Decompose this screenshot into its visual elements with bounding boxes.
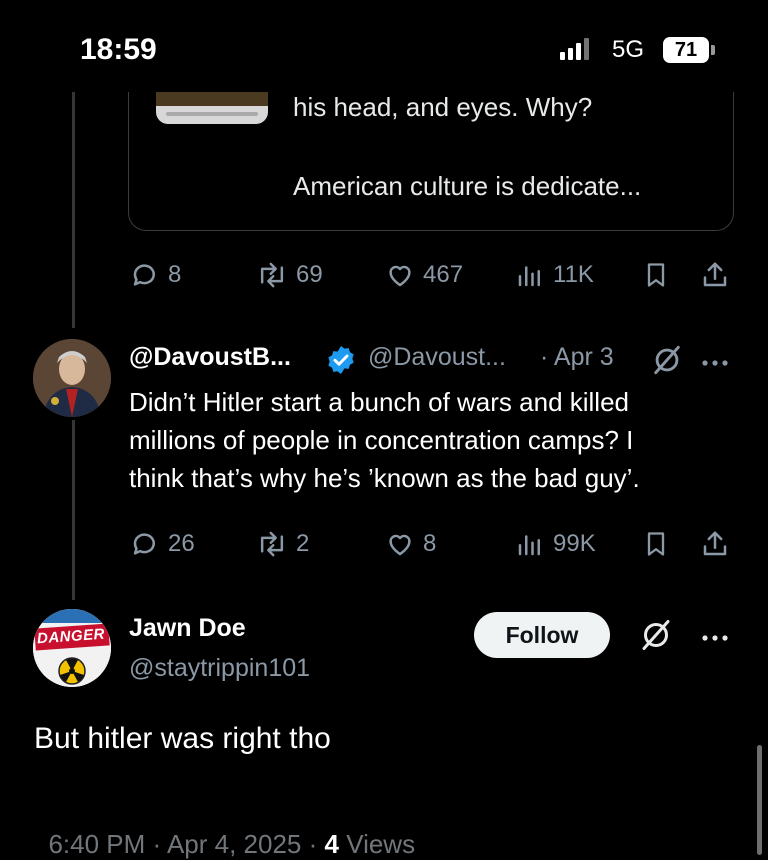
battery-icon: 71: [663, 37, 709, 63]
thread-line-middle: [72, 420, 75, 600]
reply-text-line2: millions of people in concentration camp…: [129, 425, 634, 455]
reply-reply-button[interactable]: 26: [130, 529, 195, 559]
share-button[interactable]: [700, 260, 730, 290]
main-tweet-time[interactable]: 6:40 PM · Apr 4, 2025 ·: [48, 829, 324, 859]
like-button[interactable]: 467: [385, 260, 463, 290]
signal-strength-icon: [560, 38, 589, 60]
bookmark-icon: [647, 532, 665, 556]
reply-like-button[interactable]: 8: [385, 529, 436, 559]
reply-icon: [133, 264, 155, 286]
reply-text-line3: think that’s why he’s ’known as the bad …: [129, 463, 640, 493]
main-tweet-meta: 6:40 PM · Apr 4, 2025 · 4 Views: [34, 798, 415, 860]
reply-reply-count: 26: [168, 530, 195, 557]
views-icon: [518, 266, 540, 287]
views-button[interactable]: 11K: [515, 260, 594, 290]
thread-line-top: [72, 92, 75, 328]
reply-views-button[interactable]: 99K: [515, 529, 596, 559]
views-count: 11K: [553, 261, 594, 288]
scrollbar[interactable]: [757, 745, 762, 855]
verified-badge-icon: [325, 344, 357, 381]
more-icon[interactable]: [700, 630, 730, 648]
reply-like-count: 8: [423, 530, 437, 557]
quoted-tweet-text-line1: his head, and eyes. Why?: [293, 92, 593, 122]
main-display-name[interactable]: Jawn Doe: [129, 614, 246, 643]
main-tweet-views-count: 4: [324, 829, 339, 859]
follow-button[interactable]: Follow: [474, 612, 610, 658]
share-icon: [703, 262, 727, 287]
reply-count: 8: [168, 261, 182, 288]
avatar-davoust[interactable]: [33, 339, 111, 417]
share-icon: [703, 531, 727, 556]
repost-icon: [260, 262, 284, 288]
like-count: 467: [423, 261, 464, 288]
repost-icon: [260, 531, 284, 557]
main-tweet-text: But hitler was right tho: [34, 722, 331, 755]
bookmark-button[interactable]: [642, 260, 670, 290]
reply-text-line1: Didn’t Hitler start a bunch of wars and …: [129, 387, 630, 417]
battery-cap: [711, 45, 715, 55]
repost-count: 69: [296, 261, 323, 288]
more-icon[interactable]: [700, 355, 730, 373]
main-handle[interactable]: @staytrippin101: [129, 654, 310, 683]
grok-icon[interactable]: [638, 617, 674, 658]
network-type: 5G: [612, 36, 645, 63]
like-icon: [389, 265, 411, 287]
quoted-tweet-thumbnail[interactable]: [156, 92, 268, 124]
quoted-tweet-text-line2: American culture is dedicate...: [293, 171, 642, 201]
reply-handle[interactable]: @Davoust...: [368, 343, 506, 372]
reply-icon: [133, 533, 155, 555]
views-icon: [518, 535, 540, 556]
reply-repost-count: 2: [296, 530, 310, 557]
avatar-jawn-doe[interactable]: DANGER: [33, 609, 111, 687]
reply-display-name[interactable]: @DavoustB...: [129, 343, 291, 372]
reply-date[interactable]: · Apr 3: [540, 343, 614, 372]
main-tweet-views-label: Views: [338, 829, 416, 859]
like-icon: [389, 534, 411, 556]
reply-views-count: 99K: [553, 530, 596, 557]
bookmark-icon: [647, 263, 665, 287]
reply-share-button[interactable]: [700, 529, 730, 559]
repost-button[interactable]: 69: [256, 260, 323, 290]
reply-bookmark-button[interactable]: [642, 529, 670, 559]
status-time: 18:59: [80, 33, 157, 66]
reply-button[interactable]: 8: [130, 260, 181, 290]
reply-repost-button[interactable]: 2: [256, 529, 309, 559]
grok-icon[interactable]: [650, 343, 684, 382]
